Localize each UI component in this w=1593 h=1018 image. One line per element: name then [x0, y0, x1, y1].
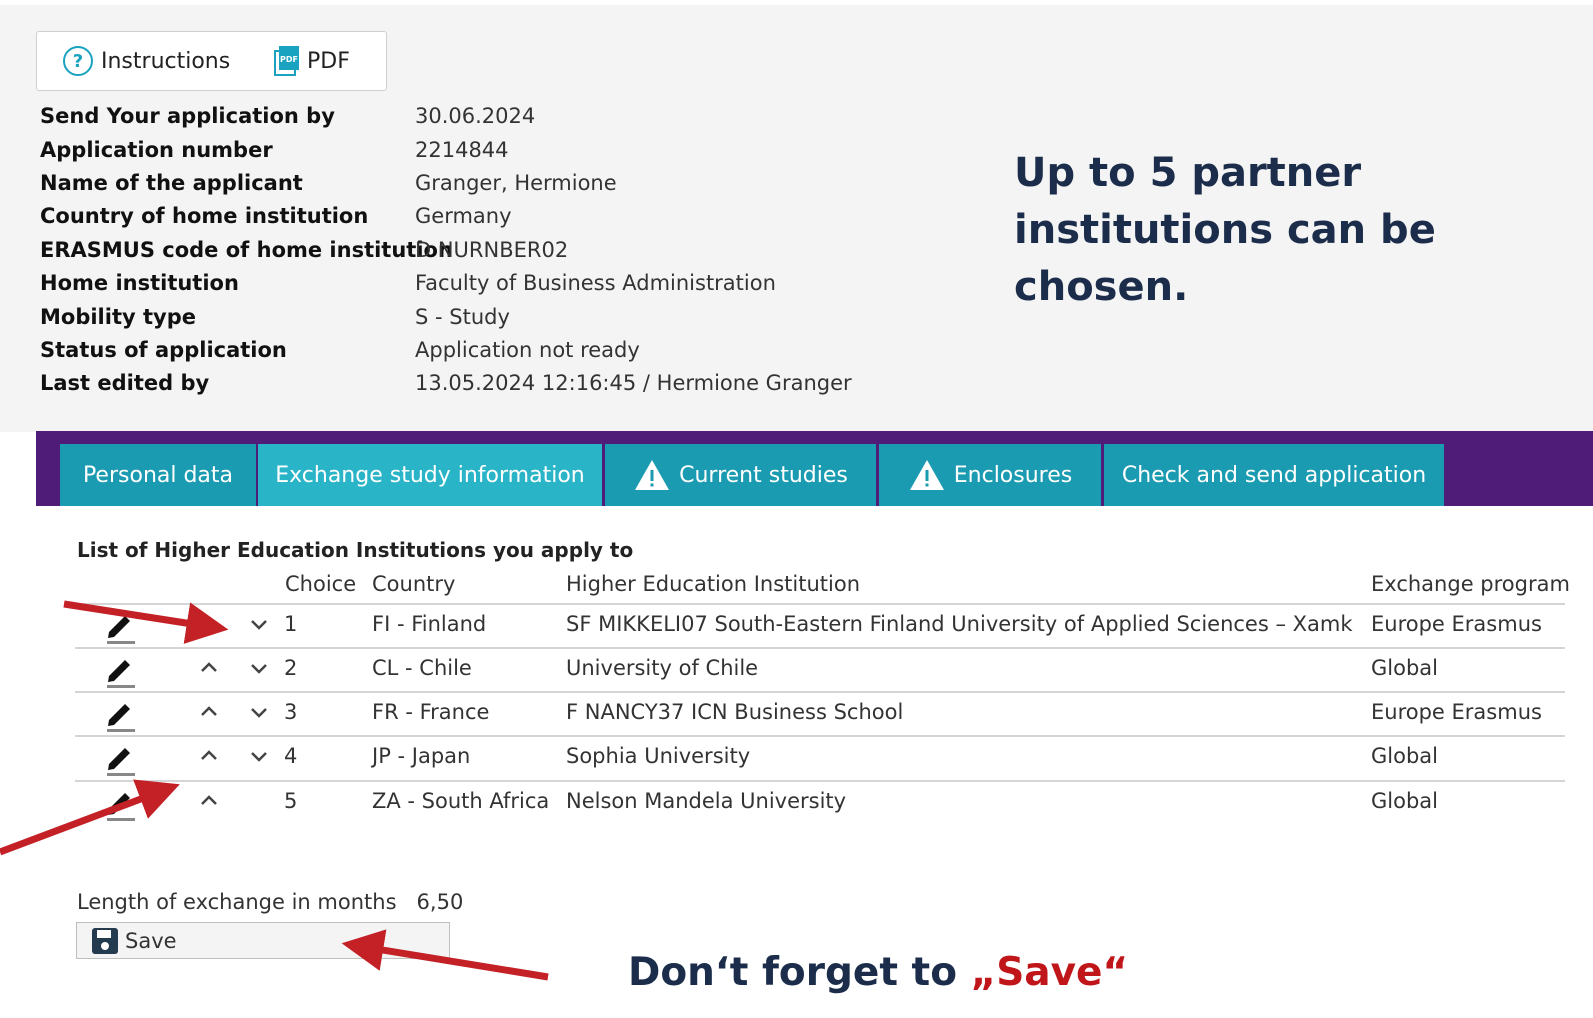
edit-pencil-icon[interactable]	[103, 696, 137, 732]
toolbar: ? Instructions PDF PDF	[36, 31, 387, 91]
callout-save-highlight: „Save“	[970, 950, 1129, 995]
info-label: ERASMUS code of home institution	[40, 238, 453, 262]
info-value: S - Study	[415, 305, 510, 329]
instructions-label: Instructions	[101, 48, 231, 74]
cell-institution: SF MIKKELI07 South-Eastern Finland Unive…	[566, 612, 1353, 636]
move-up-icon[interactable]	[197, 656, 221, 680]
move-down-icon[interactable]	[247, 612, 271, 636]
edit-pencil-icon[interactable]	[103, 740, 137, 776]
table-row: 4 JP - Japan Sophia University Global	[75, 736, 1565, 780]
header-exchange-program: Exchange program	[1371, 572, 1570, 596]
info-label: Application number	[40, 138, 273, 162]
info-label: Last edited by	[40, 371, 210, 395]
cell-country: CL - Chile	[372, 656, 472, 680]
save-button[interactable]: Save	[76, 922, 450, 959]
cell-exchange-program: Global	[1371, 656, 1438, 680]
cell-country: FI - Finland	[372, 612, 487, 636]
cell-exchange-program: Global	[1371, 789, 1438, 813]
cell-exchange-program: Europe Erasmus	[1371, 700, 1542, 724]
info-value: 30.06.2024	[415, 104, 536, 128]
cell-institution: Sophia University	[566, 744, 751, 768]
callout-save-reminder: Don‘t forget to „Save“	[628, 950, 1128, 995]
info-label: Send Your application by	[40, 104, 335, 128]
tab-label: Check and send application	[1121, 462, 1427, 488]
move-up-icon[interactable]	[197, 744, 221, 768]
table-row: 2 CL - Chile University of Chile Global	[75, 648, 1565, 692]
tab-label: Exchange study information	[275, 462, 585, 488]
info-value: D NURNBER02	[415, 238, 569, 262]
move-down-icon[interactable]	[247, 744, 271, 768]
info-label: Mobility type	[40, 305, 196, 329]
header-country: Country	[372, 572, 456, 596]
cell-country: JP - Japan	[372, 744, 471, 768]
move-down-icon[interactable]	[247, 656, 271, 680]
info-label: Name of the applicant	[40, 171, 303, 195]
info-label: Status of application	[40, 338, 287, 362]
table-row: 3 FR - France F NANCY37 ICN Business Schoo…	[75, 692, 1565, 736]
tab-exchange-study-information[interactable]: Exchange study information	[258, 444, 602, 506]
tab-current-studies[interactable]: Current studies	[605, 444, 876, 506]
warning-icon	[909, 460, 944, 490]
edit-pencil-icon[interactable]	[103, 652, 137, 688]
move-up-icon[interactable]	[197, 789, 221, 813]
pdf-label: PDF	[307, 48, 350, 74]
info-value: Faculty of Business Administration	[415, 271, 776, 295]
length-label: Length of exchange in months	[77, 890, 397, 914]
info-value: Application not ready	[415, 338, 640, 362]
cell-institution: F NANCY37 ICN Business School	[566, 700, 904, 724]
info-value: 13.05.2024 12:16:45 / Hermione Granger	[415, 371, 852, 395]
instructions-button[interactable]: ? Instructions	[63, 44, 230, 78]
info-value: Germany	[415, 204, 512, 228]
cell-country: ZA - South Africa	[372, 789, 550, 813]
tab-enclosures[interactable]: Enclosures	[879, 444, 1101, 506]
length-value: 6,50	[416, 890, 464, 914]
top-border	[0, 0, 1593, 5]
cell-choice: 1	[284, 612, 298, 636]
callout-save-prefix: Don‘t forget to	[628, 950, 971, 995]
help-circle-icon: ?	[63, 46, 93, 76]
pdf-button[interactable]: PDF PDF	[273, 44, 350, 78]
table-row: 5 ZA - South Africa Nelson Mandela Univers…	[75, 781, 1565, 825]
info-value: 2214844	[415, 138, 509, 162]
edit-pencil-icon[interactable]	[103, 608, 137, 644]
length-of-exchange: Length of exchange in months 6,50	[77, 890, 463, 914]
header-institution: Higher Education Institution	[566, 572, 860, 596]
edit-pencil-icon[interactable]	[103, 785, 137, 821]
floppy-disk-icon	[92, 927, 118, 954]
cell-institution: Nelson Mandela University	[566, 789, 847, 813]
pdf-icon: PDF	[274, 46, 299, 76]
tab-personal-data[interactable]: Personal data	[60, 444, 256, 506]
warning-icon	[635, 460, 670, 490]
cell-choice: 5	[284, 789, 298, 813]
table-row: 1 FI - Finland SF MIKKELI07 South-Eastern …	[75, 604, 1565, 648]
institutions-list-title: List of Higher Education Institutions yo…	[77, 538, 634, 562]
cell-choice: 2	[284, 656, 298, 680]
cell-country: FR - France	[372, 700, 490, 724]
cell-choice: 4	[284, 744, 298, 768]
cell-exchange-program: Global	[1371, 744, 1438, 768]
cell-institution: University of Chile	[566, 656, 759, 680]
tab-label: Enclosures	[953, 462, 1073, 488]
tab-label: Current studies	[679, 462, 848, 488]
info-value: Granger, Hermione	[415, 171, 617, 195]
pdf-icon-text: PDF	[280, 55, 298, 64]
move-up-icon[interactable]	[197, 700, 221, 724]
info-label: Home institution	[40, 271, 239, 295]
tab-bar: Personal data Exchange study information…	[36, 431, 1593, 506]
move-down-icon[interactable]	[247, 700, 271, 724]
header-choice: Choice	[285, 572, 357, 596]
tab-check-and-send-application[interactable]: Check and send application	[1104, 444, 1444, 506]
cell-exchange-program: Europe Erasmus	[1371, 612, 1542, 636]
tab-label: Personal data	[82, 462, 234, 488]
save-label: Save	[125, 928, 177, 953]
info-label: Country of home institution	[40, 204, 369, 228]
cell-choice: 3	[284, 700, 298, 724]
callout-partner-limit: Up to 5 partner institutions can be chos…	[1014, 150, 1436, 310]
